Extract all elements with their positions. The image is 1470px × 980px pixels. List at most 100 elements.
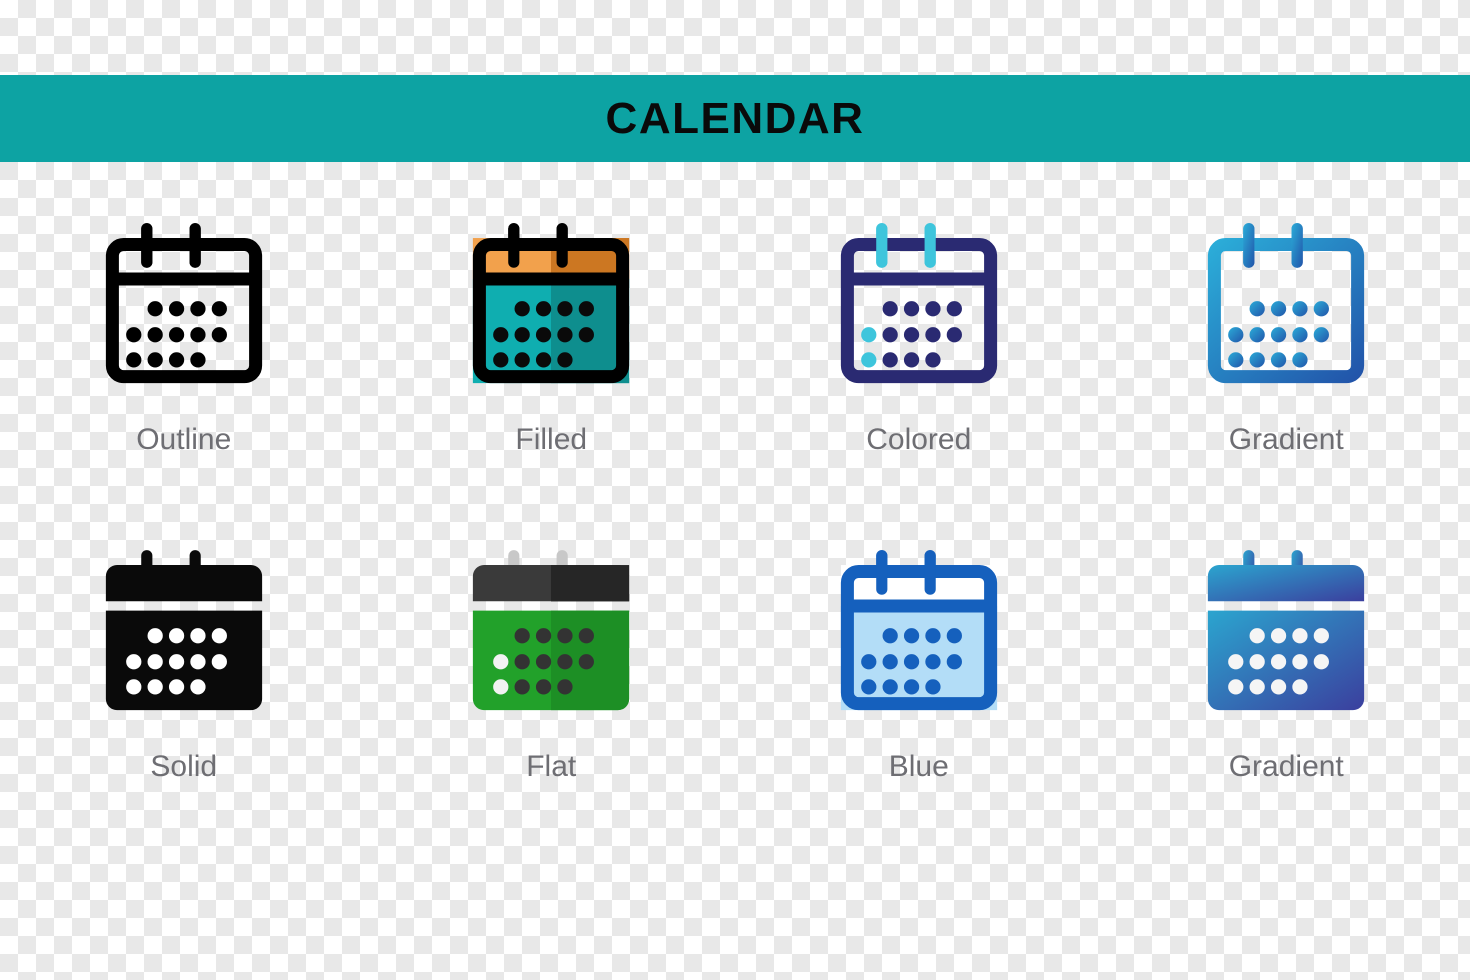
calendar-icon-blue[interactable]: [819, 532, 1019, 732]
icon-style-card-blue[interactable]: Blue: [735, 532, 1103, 859]
calendar-dot: [903, 654, 919, 670]
icon-style-card-gradient-outline[interactable]: Gradient: [1103, 205, 1470, 532]
calendar-dot: [211, 301, 227, 317]
calendar-dot: [860, 679, 877, 695]
calendar-dot: [903, 679, 919, 695]
calendar-header-band: [105, 565, 262, 602]
calendar-dot: [946, 327, 962, 343]
calendar-dot: [557, 654, 573, 670]
calendar-dot: [514, 628, 531, 644]
calendar-dot: [1292, 301, 1308, 317]
icon-style-card-outline[interactable]: Outline: [0, 205, 368, 532]
calendar-dot: [493, 352, 509, 368]
header-banner: CALENDAR: [0, 75, 1470, 162]
icon-style-card-gradient-solid[interactable]: Gradient: [1103, 532, 1470, 859]
icon-style-card-flat[interactable]: Flat: [368, 532, 736, 859]
calendar-dot: [125, 327, 142, 343]
calendar-dot: [1313, 628, 1330, 644]
calendar-dot: [946, 301, 962, 317]
calendar-dot: [925, 327, 941, 343]
calendar-dot: [514, 654, 531, 670]
icon-style-grid: Outline Filled Colored Gradient Solid Flat Blu…: [0, 205, 1470, 859]
calendar-dot: [536, 352, 552, 368]
calendar-icon-flat[interactable]: [451, 532, 651, 732]
calendar-dot: [514, 301, 531, 317]
calendar-dot: [1249, 301, 1266, 317]
calendar-icon-filled[interactable]: [451, 205, 651, 405]
calendar-dot: [190, 301, 206, 317]
calendar-dot: [860, 352, 877, 368]
icon-style-card-colored[interactable]: Colored: [735, 205, 1103, 532]
calendar-dot-grid: [1228, 301, 1330, 368]
calendar-dot: [211, 628, 227, 644]
calendar-icon-colored[interactable]: [819, 205, 1019, 405]
calendar-dot: [190, 628, 206, 644]
calendar-dot-grid: [125, 301, 227, 368]
calendar-dot: [946, 654, 962, 670]
style-label: Colored: [866, 423, 972, 456]
calendar-dot: [860, 327, 877, 343]
style-label: Gradient: [1228, 423, 1344, 456]
calendar-dot: [1292, 352, 1308, 368]
calendar-dot: [168, 301, 184, 317]
icon-style-card-filled[interactable]: Filled: [368, 205, 736, 532]
calendar-dot: [1249, 628, 1266, 644]
calendar-icon: [840, 550, 997, 711]
calendar-icon-solid[interactable]: [84, 532, 284, 732]
calendar-dot: [1249, 679, 1266, 695]
calendar-dot: [514, 352, 531, 368]
calendar-dot: [493, 654, 509, 670]
calendar-dot: [190, 327, 206, 343]
calendar-dot: [211, 654, 227, 670]
calendar-dot: [190, 654, 206, 670]
calendar-dot: [514, 679, 531, 695]
calendar-dot: [946, 628, 962, 644]
calendar-dot: [147, 352, 163, 368]
calendar-icon: [473, 550, 630, 711]
style-label: Solid: [150, 750, 218, 783]
calendar-dot: [1271, 352, 1287, 368]
calendar-icon: [105, 550, 262, 711]
calendar-dot: [925, 679, 941, 695]
style-label: Gradient: [1228, 750, 1344, 783]
calendar-dot: [557, 327, 573, 343]
calendar-dot: [903, 327, 919, 343]
calendar-dot: [1249, 654, 1266, 670]
calendar-dot: [536, 679, 552, 695]
calendar-dot: [1292, 628, 1308, 644]
calendar-icon: [1208, 223, 1365, 384]
calendar-dot: [190, 679, 206, 695]
calendar-dot: [147, 628, 163, 644]
calendar-dot: [168, 679, 184, 695]
calendar-dot: [536, 301, 552, 317]
calendar-dot: [903, 628, 919, 644]
calendar-dot: [860, 654, 877, 670]
calendar-dot: [125, 352, 142, 368]
calendar-dot: [925, 654, 941, 670]
calendar-dot: [1271, 628, 1287, 644]
icon-style-card-solid[interactable]: Solid: [0, 532, 368, 859]
calendar-dot: [925, 628, 941, 644]
calendar-dot: [557, 679, 573, 695]
calendar-dot: [493, 679, 509, 695]
calendar-dot: [147, 327, 163, 343]
calendar-icon: [1208, 550, 1365, 711]
calendar-dot: [882, 352, 898, 368]
calendar-dot: [1228, 327, 1244, 343]
style-label: Blue: [888, 750, 949, 783]
calendar-icon-outline[interactable]: [84, 205, 284, 405]
calendar-dot: [190, 352, 206, 368]
calendar-icon-gradient-solid[interactable]: [1186, 532, 1386, 732]
calendar-dot: [925, 352, 941, 368]
calendar-icon: [105, 223, 262, 384]
calendar-icon-gradient-outline[interactable]: [1186, 205, 1386, 405]
calendar-dot: [1292, 654, 1308, 670]
calendar-header-band: [1208, 565, 1365, 602]
calendar-dot: [536, 628, 552, 644]
calendar-dot: [1228, 654, 1244, 670]
calendar-dot: [1249, 352, 1266, 368]
calendar-dot: [1271, 679, 1287, 695]
calendar-dot: [147, 301, 163, 317]
calendar-dot: [125, 679, 142, 695]
calendar-dot: [147, 654, 163, 670]
